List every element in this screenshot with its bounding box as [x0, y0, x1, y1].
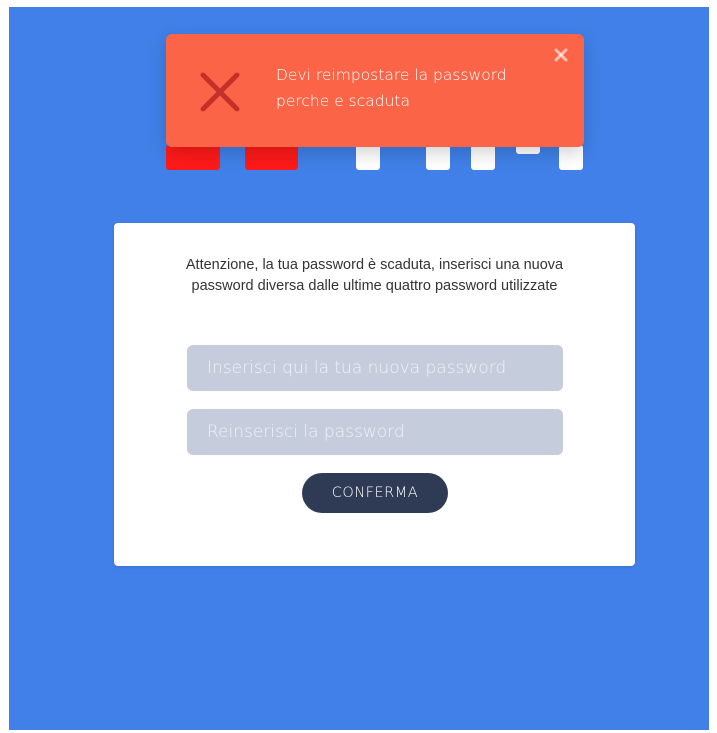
app-background: Devi reimpostare la password perche e sc…	[9, 7, 709, 730]
logo-block-white-2	[426, 145, 450, 170]
confirm-password-field[interactable]	[187, 409, 563, 455]
logo-block-red-2	[245, 145, 298, 170]
new-password-field[interactable]	[187, 345, 563, 391]
toast-message: Devi reimpostare la password perche e sc…	[276, 66, 507, 110]
password-reset-card: Attenzione, la tua password è scaduta, i…	[114, 223, 635, 566]
logo-block-white-5	[559, 145, 583, 170]
close-icon[interactable]	[552, 46, 570, 64]
error-x-icon	[200, 72, 240, 112]
logo-block-white-1	[356, 145, 380, 170]
confirm-button[interactable]: CONFERMA	[302, 473, 448, 513]
logo-block-white-3	[471, 145, 495, 170]
error-toast: Devi reimpostare la password perche e sc…	[166, 34, 584, 147]
expired-password-message: Attenzione, la tua password è scaduta, i…	[185, 257, 564, 294]
logo-block-red-1	[166, 145, 220, 170]
